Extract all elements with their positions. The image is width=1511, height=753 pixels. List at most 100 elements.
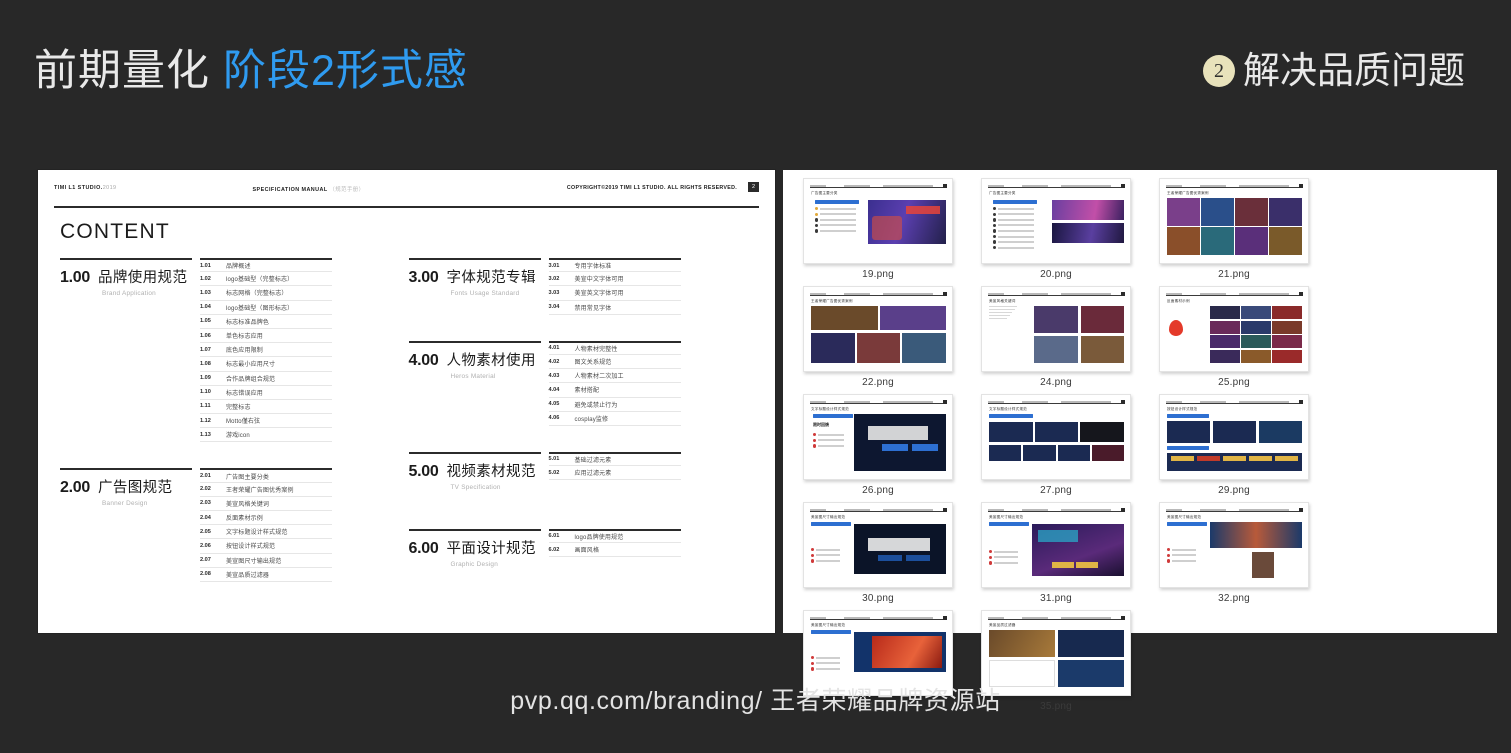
- toc-item-number: 1.07: [200, 346, 211, 353]
- thumbnail-preview[interactable]: 美宣图尺寸输出规范: [981, 502, 1131, 588]
- toc-item-label: 合作品牌组合规范: [226, 376, 276, 383]
- toc-item[interactable]: 5.02 应用过滤元素: [548, 466, 681, 481]
- toc-item-number: 5.01: [548, 456, 560, 463]
- page-badge-icon: [1121, 399, 1125, 404]
- toc-item[interactable]: 4.03 人物素材二次加工: [548, 369, 681, 384]
- toc-item-number: 1.11: [200, 403, 211, 410]
- toc-item[interactable]: 2.04 反面素材示例: [200, 511, 332, 526]
- toc-item[interactable]: 6.01 logo品牌使用规范: [548, 528, 681, 544]
- thumbnail-item[interactable]: 王者荣耀广告图优秀案例 21.png: [1145, 178, 1323, 286]
- toc-group-subtitle: Graphic Design: [450, 560, 499, 568]
- page-badge-icon: [1299, 291, 1303, 296]
- toc-item[interactable]: 1.10 标志错误应用: [200, 386, 332, 400]
- toc-group-title-row: 4.00 人物素材使用: [409, 349, 541, 370]
- thumbnail-item[interactable]: 美宣图尺寸输出规范 30.png: [789, 502, 967, 610]
- thumbnail-artwork: [1167, 198, 1302, 255]
- toc-item[interactable]: 2.08 美宣品质过滤器: [200, 568, 332, 582]
- thumbnail-preview[interactable]: 美宣图尺寸输出规范: [1159, 502, 1309, 588]
- footer-url: pvp.qq.com/branding/ 王者荣耀品牌资源站: [510, 687, 1001, 715]
- toc-item-number: 3.01: [548, 262, 560, 269]
- toc-item[interactable]: 4.05 避免或禁止行为: [548, 398, 681, 412]
- thumbnail-topbar: [1166, 399, 1303, 404]
- toc-group-subtitle: Fonts Usage Standard: [450, 290, 520, 297]
- toc-item-label: 单色标志应用: [226, 334, 263, 341]
- thumbnail-preview[interactable]: 广告图主要分类: [981, 178, 1131, 264]
- thumbnail-slide-title: 文字标题设计样式规范: [811, 407, 849, 411]
- thumbnail-filename: 27.png: [1040, 485, 1072, 496]
- thumbnail-item[interactable]: 广告图主要分类 19.png: [789, 178, 967, 286]
- toc-item-label: 完整标志: [226, 404, 251, 411]
- page-badge-icon: [943, 399, 947, 404]
- toc-item[interactable]: 1.04 logo基础型（图形标志）: [200, 301, 332, 315]
- thumbnail-filename: 24.png: [1040, 377, 1072, 388]
- toc-item-list: 5.01 基础过滤元素 5.02 应用过滤元素: [548, 451, 681, 491]
- thumbnail-item[interactable]: 按钮设计样式规范 29.png: [1145, 394, 1323, 502]
- toc-item-label: 美宣风格关键词: [226, 501, 270, 508]
- toc-item[interactable]: 4.02 图文关系规范: [548, 355, 681, 370]
- toc-item[interactable]: 5.01 基础过滤元素: [548, 451, 681, 467]
- toc-item[interactable]: 4.06 cosplay监修: [548, 412, 681, 426]
- thumbnail-topbar: [1166, 291, 1303, 296]
- thumbnail-preview[interactable]: 王者荣耀广告图优秀案例: [1159, 178, 1309, 264]
- thumbnail-artwork: [989, 522, 1124, 579]
- toc-item[interactable]: 4.01 人物素材完整性: [548, 340, 681, 355]
- toc-item[interactable]: 2.05 文字标题设计样式规范: [200, 525, 332, 540]
- thumbnail-filename: 32.png: [1218, 593, 1250, 604]
- thumbnail-preview[interactable]: 王者荣耀广告图优秀案例: [803, 286, 953, 372]
- toc-item-number: 4.06: [548, 415, 560, 422]
- thumbnail-topbar: [988, 615, 1125, 620]
- toc-item[interactable]: 1.02 logo基础型（完整标志）: [200, 272, 332, 287]
- toc-group-title-row: 3.00 字体规范专辑: [409, 266, 541, 287]
- page-number-badge: 2: [748, 182, 759, 192]
- toc-item[interactable]: 1.08 标志最小应用尺寸: [200, 357, 332, 372]
- toc-item[interactable]: 4.04 素材搭配: [548, 383, 681, 398]
- toc-item-number: 1.03: [200, 289, 211, 296]
- thumbnail-preview[interactable]: 反面素材示例: [1159, 286, 1309, 372]
- toc-item[interactable]: 1.03 标志网格（完整标志）: [200, 286, 332, 301]
- toc-item-number: 3.04: [548, 304, 560, 311]
- thumbnail-item[interactable]: 美宣风格关键词 24.png: [967, 286, 1145, 394]
- thumbnail-preview[interactable]: 广告图主要分类: [803, 178, 953, 264]
- toc-item[interactable]: 1.01 品牌概述: [200, 258, 332, 273]
- toc-item[interactable]: 2.07 美宣图尺寸输出规范: [200, 554, 332, 568]
- toc-item[interactable]: 1.07 底色应用限制: [200, 343, 332, 358]
- toc-group-title: 人物素材使用: [446, 352, 536, 369]
- thumbnail-preview[interactable]: 文字标题设计样式规范 限时回馈: [803, 394, 953, 480]
- thumbnail-topbar: [988, 291, 1125, 296]
- thumbnail-item[interactable]: 王者荣耀广告图优秀案例 22.png: [789, 286, 967, 394]
- toc-item[interactable]: 2.03 美宣风格关键词: [200, 497, 332, 511]
- thumbnail-preview[interactable]: 按钮设计样式规范: [1159, 394, 1309, 480]
- thumbnail-slide-title: 按钮设计样式规范: [1167, 407, 1198, 411]
- toc-item-number: 1.09: [200, 375, 211, 382]
- thumbnail-topbar: [810, 183, 947, 188]
- toc-item[interactable]: 1.06 单色标志应用: [200, 329, 332, 344]
- thumbnail-preview[interactable]: 文字标题设计样式规范: [981, 394, 1131, 480]
- toc-item[interactable]: 2.01 广告图主要分类: [200, 468, 332, 483]
- thumbnail-item[interactable]: 文字标题设计样式规范 限时回馈 26.png: [789, 394, 967, 502]
- toc-item-label: 避免或禁止行为: [574, 402, 618, 409]
- thumbnail-item[interactable]: 广告图主要分类 20.png: [967, 178, 1145, 286]
- toc-item[interactable]: 2.06 按钮设计样式规范: [200, 539, 332, 554]
- toc-item-label: 美宣品质过滤器: [226, 572, 270, 579]
- toc-item[interactable]: 1.11 完整标志: [200, 400, 332, 415]
- toc-item[interactable]: 1.12 Motto僅右弦: [200, 414, 332, 429]
- thumbnail-preview[interactable]: 美宣风格关键词: [981, 286, 1131, 372]
- toc-item-label: 美宣英文字体可用: [574, 291, 624, 298]
- toc-item[interactable]: 3.04 禁用常见字体: [548, 301, 681, 315]
- thumbnail-preview[interactable]: 美宣图尺寸输出规范: [803, 502, 953, 588]
- toc-item[interactable]: 1.13 游戏icon: [200, 428, 332, 443]
- thumbnail-item[interactable]: 美宣图尺寸输出规范 32.png: [1145, 502, 1323, 610]
- toc-item[interactable]: 3.01 专用字体标准: [548, 258, 681, 273]
- toc-item[interactable]: 1.09 合作品牌组合规范: [200, 372, 332, 386]
- toc-item-label: 专用字体标准: [574, 264, 612, 271]
- toc-item[interactable]: 3.03 美宣英文字体可用: [548, 286, 681, 301]
- toc-item[interactable]: 2.02 王者荣耀广告图优秀案例: [200, 483, 332, 497]
- toc-item[interactable]: 6.02 画面风格: [548, 543, 681, 558]
- toc-item[interactable]: 3.02 美宣中文字体可用: [548, 272, 681, 287]
- thumbnail-item[interactable]: 美宣图尺寸输出规范 31.png: [967, 502, 1145, 610]
- toc-item[interactable]: 1.05 标志标准品牌色: [200, 315, 332, 329]
- thumbnail-item[interactable]: 文字标题设计样式规范 27.png: [967, 394, 1145, 502]
- thumbnail-item[interactable]: 反面素材示例 25.png: [1145, 286, 1323, 394]
- toc-item-label: 人物素材二次加工: [574, 374, 624, 381]
- toc-item-label: 王者荣耀广告图优秀案例: [226, 487, 294, 494]
